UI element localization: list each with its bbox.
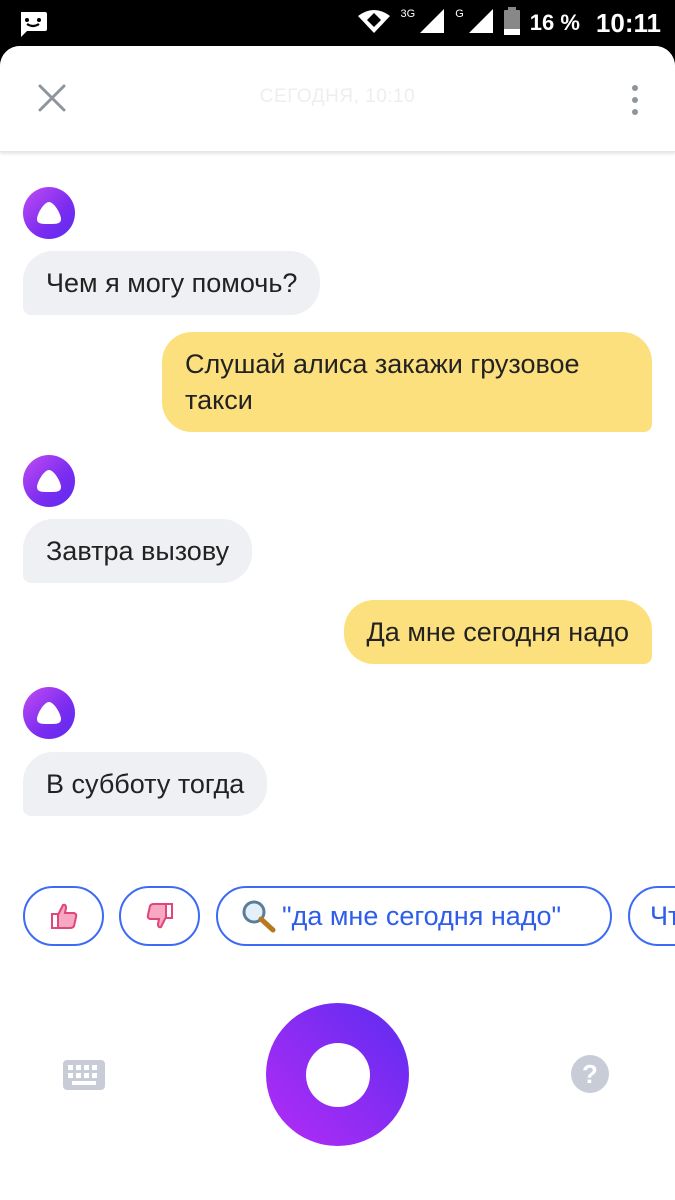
keyboard-button[interactable] xyxy=(63,1060,105,1090)
like-button[interactable] xyxy=(23,886,104,946)
thumbs-down-icon xyxy=(146,903,173,929)
alice-logo-icon xyxy=(37,702,61,724)
clock: 10:11 xyxy=(595,7,661,38)
next-suggest-text: Чт xyxy=(650,900,675,931)
alice-message: В субботу тогда xyxy=(23,752,268,816)
signal-3g-icon xyxy=(419,8,445,39)
battery-icon xyxy=(503,6,520,40)
alice-voice-button[interactable] xyxy=(266,1003,409,1146)
signal-g-icon xyxy=(468,8,494,39)
alice-avatar xyxy=(23,687,75,739)
alice-avatar xyxy=(23,455,75,507)
network-g-label: G xyxy=(455,8,464,20)
dislike-button[interactable] xyxy=(119,886,200,946)
alice-message: Чем я могу помочь? xyxy=(23,251,321,315)
search-icon xyxy=(242,900,276,933)
more-menu-button[interactable] xyxy=(623,80,647,120)
alice-ring-icon xyxy=(305,1042,370,1107)
next-suggest-chip[interactable]: Чт xyxy=(628,886,675,946)
battery-level: 16 % xyxy=(529,10,580,35)
user-message: Слушай алиса закажи грузовое такси xyxy=(162,332,652,432)
wifi-icon xyxy=(357,8,391,39)
thumbs-up-icon xyxy=(50,903,77,929)
alice-avatar xyxy=(23,187,75,239)
alice-message: Завтра вызову xyxy=(23,519,253,583)
network-3g-label: 3G xyxy=(400,8,416,20)
message-notification-icon xyxy=(18,10,48,43)
user-message: Да мне сегодня надо xyxy=(343,600,652,664)
alice-logo-icon xyxy=(37,202,61,224)
status-bar: 3G G 16 % 10:11 xyxy=(0,0,675,46)
alice-logo-icon xyxy=(37,470,61,492)
question-icon: ? xyxy=(582,1058,598,1089)
chat-date-title: СЕГОДНЯ, 10:10 xyxy=(259,86,416,107)
search-suggest-text: "да мне сегодня надо" xyxy=(282,900,562,931)
chat-header: СЕГОДНЯ, 10:10 xyxy=(0,46,675,152)
alice-chat-sheet: СЕГОДНЯ, 10:10 Чем я могу помочь? Слушай… xyxy=(0,46,675,1200)
help-button[interactable]: ? xyxy=(571,1055,609,1093)
more-vertical-icon xyxy=(632,85,638,91)
keyboard-icon xyxy=(63,1060,105,1090)
search-suggest-chip[interactable]: "да мне сегодня надо" xyxy=(216,886,612,946)
